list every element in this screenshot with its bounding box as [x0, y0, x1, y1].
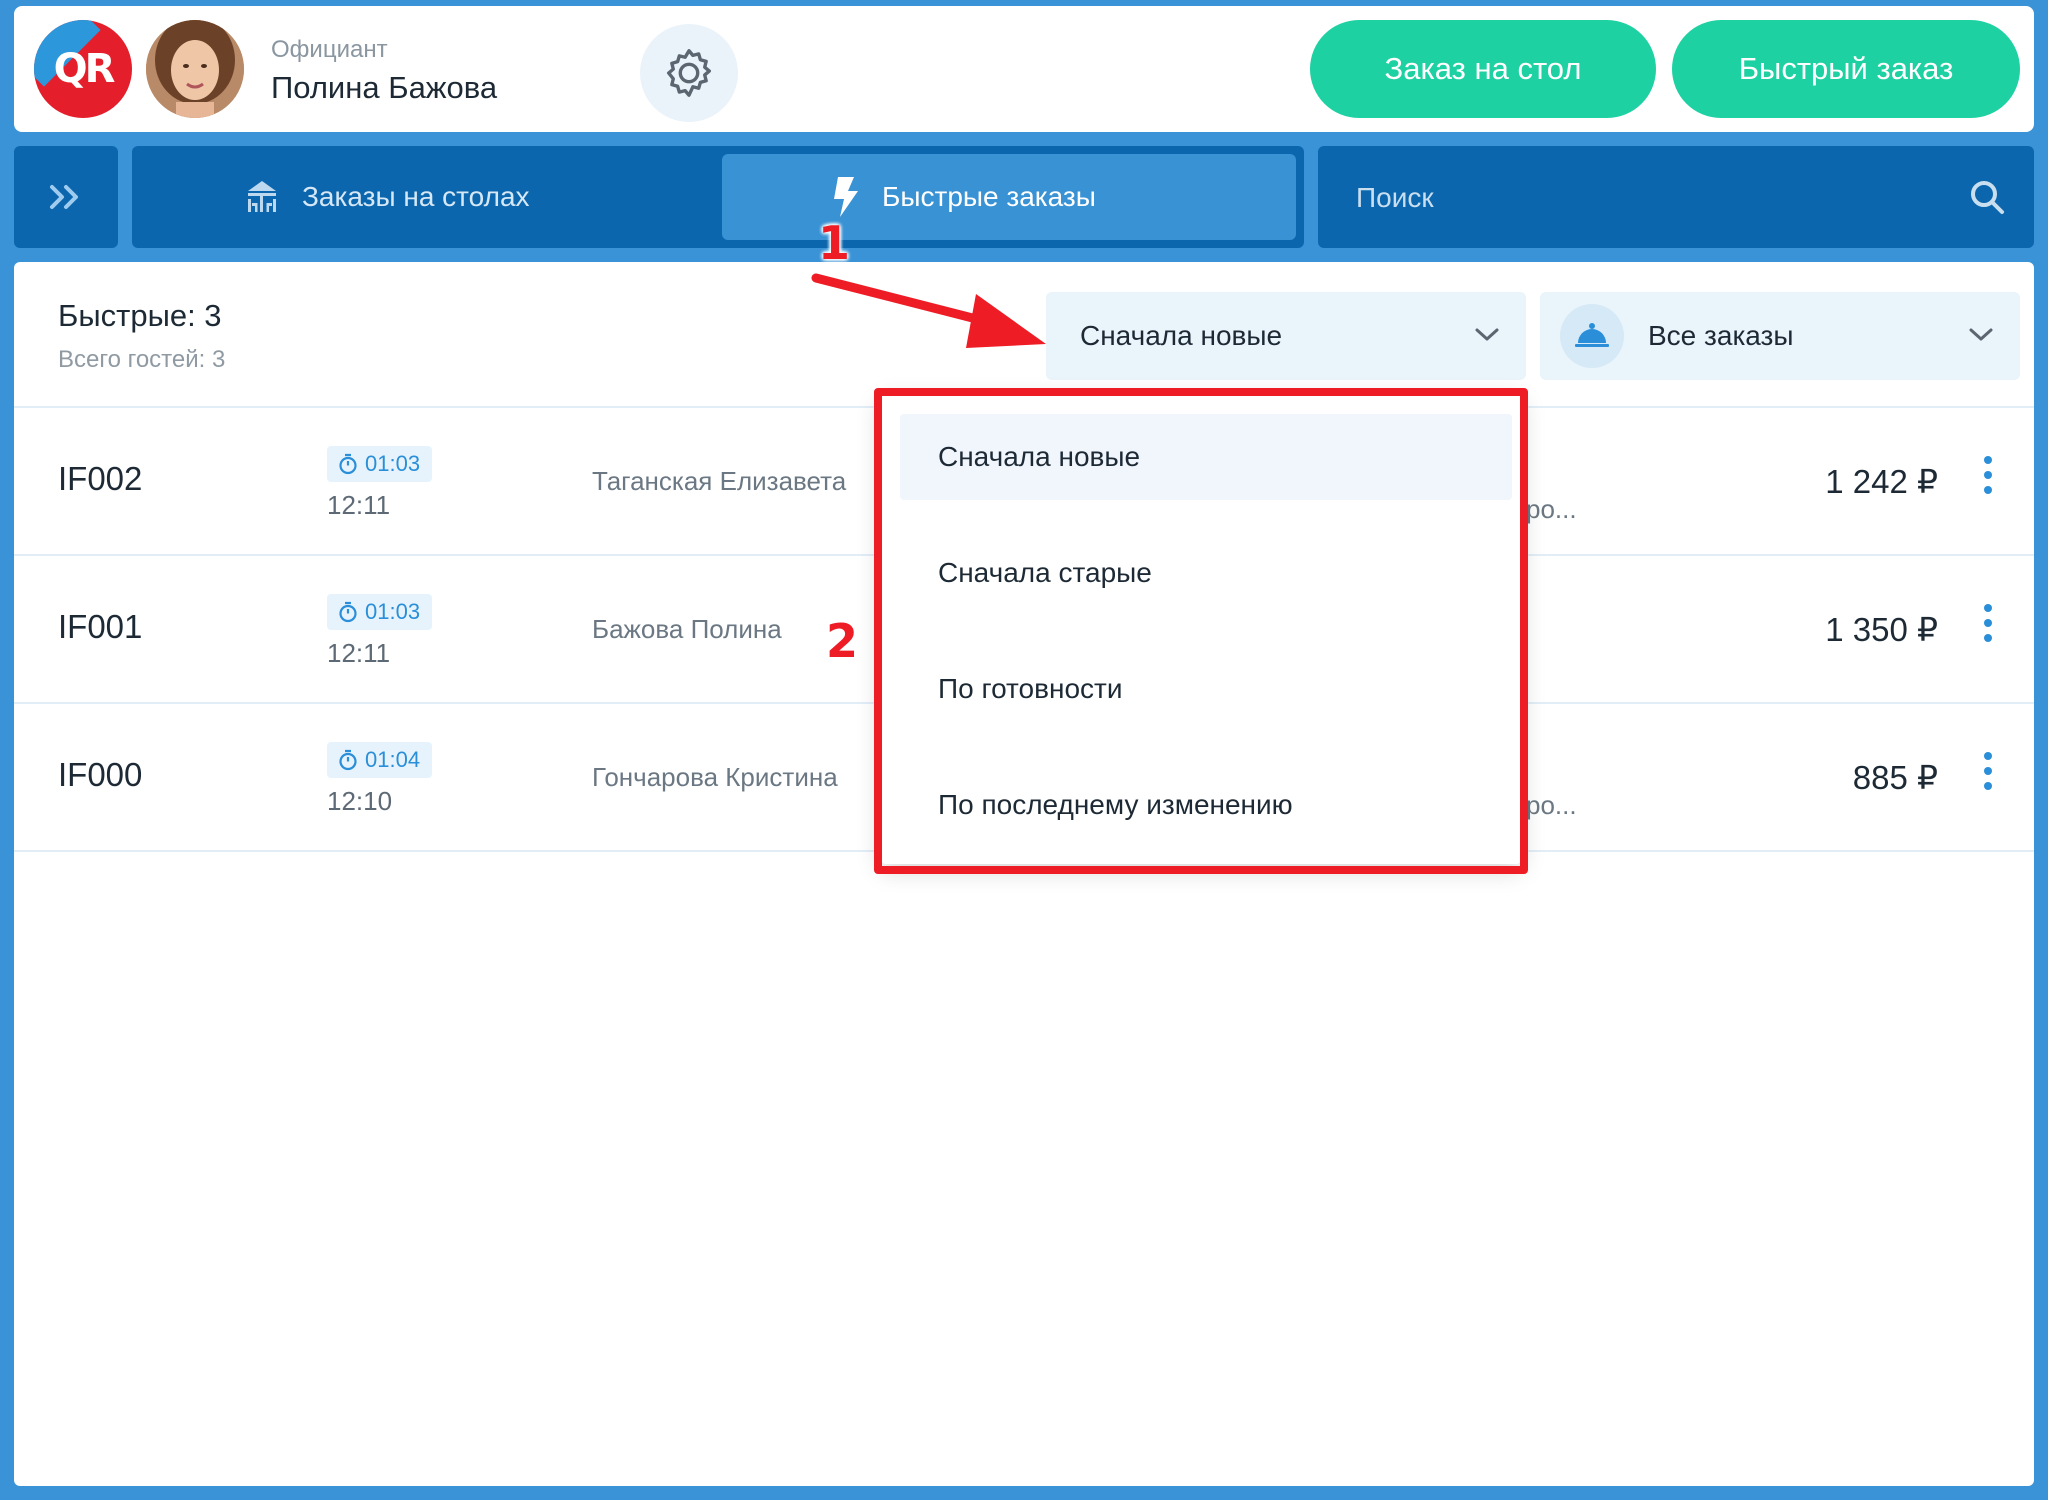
stopwatch-icon — [337, 601, 359, 623]
timer-badge: 01:03 — [327, 594, 433, 630]
user-name: Полина Бажова — [271, 70, 498, 105]
order-status-text: ро... — [1526, 790, 1577, 820]
double-chevron-right-icon — [50, 185, 78, 209]
annotation-step-1: 1 — [818, 216, 851, 270]
expand-sidebar-button[interactable] — [14, 146, 118, 248]
cloche-icon — [1560, 304, 1624, 368]
settings-button[interactable] — [640, 24, 738, 122]
order-time: 12:11 — [327, 490, 391, 520]
timer-badge: 01:04 — [327, 742, 433, 778]
avatar[interactable] — [146, 20, 244, 118]
search-placeholder: Поиск — [1356, 182, 1434, 213]
tab-table-orders[interactable]: Заказы на столах — [244, 154, 724, 240]
guest-name: Гончарова Кристина — [592, 762, 838, 792]
guest-name: Бажова Полина — [592, 614, 782, 644]
tab-fast-orders[interactable]: Быстрые заказы — [722, 154, 1296, 240]
guest-name: Таганская Елизавета — [592, 466, 847, 496]
table-icon — [244, 179, 280, 215]
order-time: 12:10 — [327, 786, 393, 816]
order-time: 12:11 — [327, 638, 391, 668]
role-label: Официант — [271, 36, 388, 63]
table-order-button[interactable]: Заказ на стол — [1310, 20, 1656, 118]
more-options-icon[interactable] — [1976, 752, 2000, 802]
tab-label: Быстрые заказы — [882, 181, 1096, 212]
order-amount: 1 350 ₽ — [1825, 611, 1938, 648]
order-status-text: ро... — [1526, 494, 1577, 524]
search-input[interactable]: Поиск — [1318, 146, 2034, 248]
order-id: IF000 — [58, 756, 143, 793]
qr-logo: QR — [34, 20, 132, 118]
order-amount: 1 242 ₽ — [1825, 463, 1938, 500]
sort-select[interactable]: Сначала новые — [1046, 292, 1526, 380]
order-amount: 885 ₽ — [1852, 759, 1938, 796]
stopwatch-icon — [337, 749, 359, 771]
tab-label: Заказы на столах — [302, 181, 530, 212]
search-icon[interactable] — [1968, 178, 2006, 221]
more-options-icon[interactable] — [1976, 456, 2000, 506]
order-id: IF001 — [58, 608, 143, 645]
more-options-icon[interactable] — [1976, 604, 2000, 654]
fast-order-button[interactable]: Быстрый заказ — [1672, 20, 2020, 118]
timer-badge: 01:03 — [327, 446, 433, 482]
chevron-down-icon — [1969, 328, 1993, 341]
annotation-step-2: 2 — [826, 614, 859, 668]
guests-count: Всего гостей: 3 — [58, 346, 226, 373]
order-id: IF002 — [58, 460, 143, 497]
orders-count: Быстрые: 3 — [58, 298, 222, 333]
app-header: QR Официант Полина Бажова Заказ на стол … — [14, 6, 2034, 132]
filter-selected-value: Все заказы — [1648, 320, 1794, 351]
gear-icon — [667, 49, 711, 97]
sort-selected-value: Сначала новые — [1080, 320, 1283, 351]
order-filter-select[interactable]: Все заказы — [1540, 292, 2020, 380]
annotation-highlight-box — [874, 388, 1528, 874]
order-tabs: Заказы на столах Быстрые заказы — [132, 146, 1304, 248]
stopwatch-icon — [337, 453, 359, 475]
chevron-down-icon — [1475, 328, 1499, 341]
lightning-icon — [832, 177, 860, 217]
